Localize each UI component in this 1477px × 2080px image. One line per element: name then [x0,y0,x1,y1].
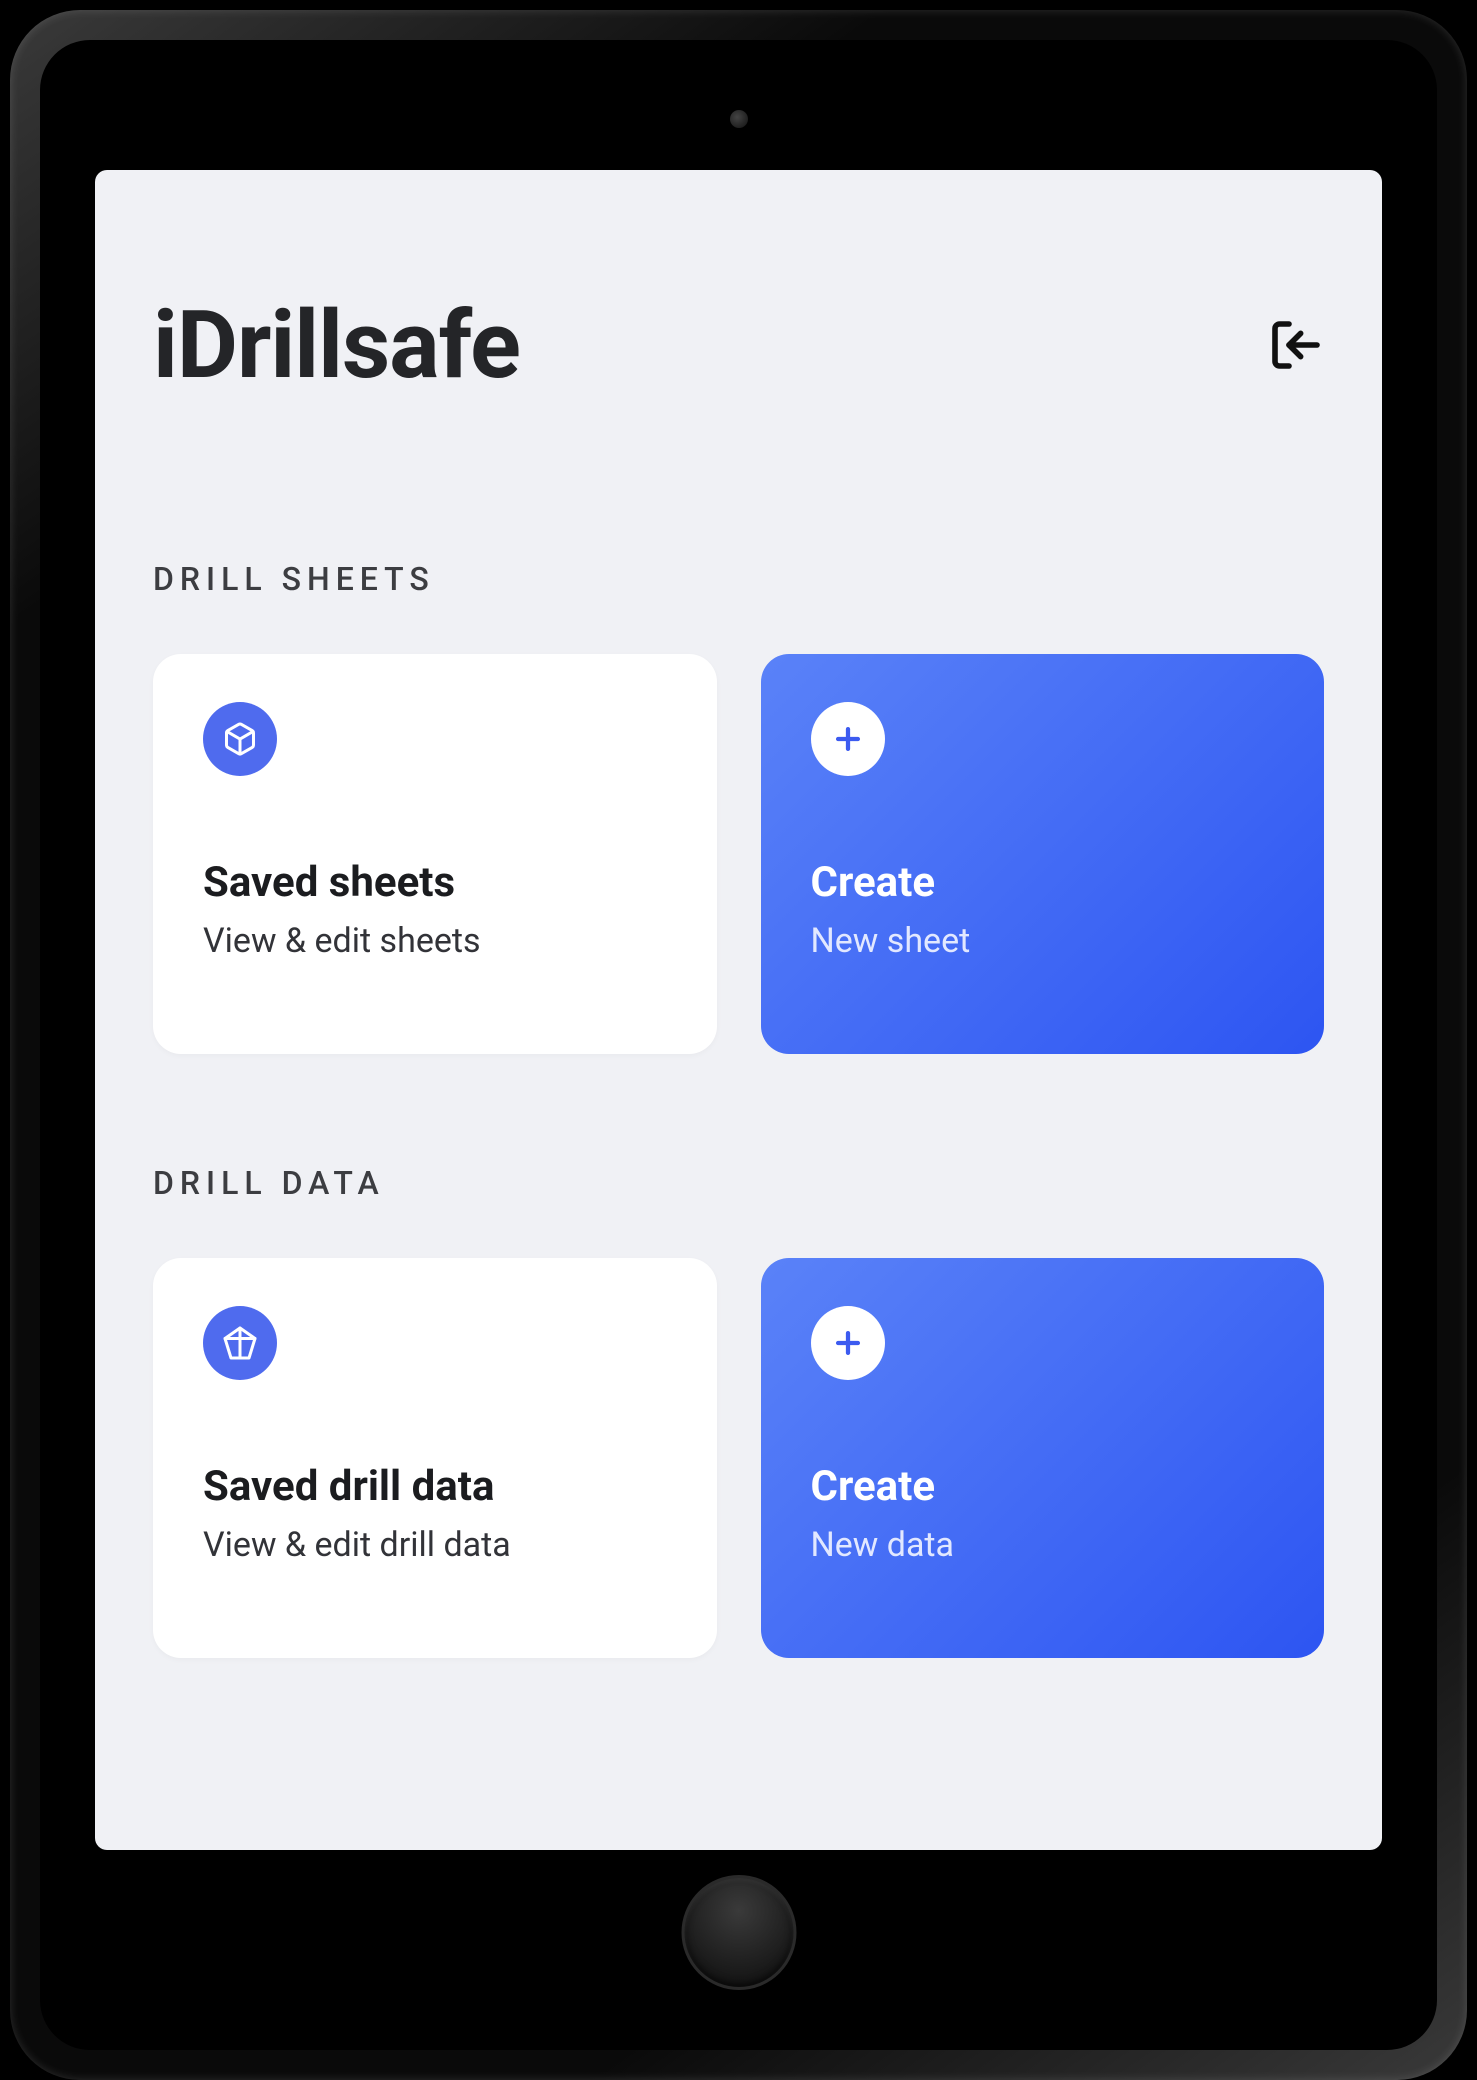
section-label-data: DRILL DATA [153,1164,1324,1202]
app-screen: iDrillsafe DRILL SHEETS [95,170,1382,1850]
gem-icon [222,1325,258,1361]
section-label-sheets: DRILL SHEETS [153,560,1324,598]
create-sheet-subtitle: New sheet [811,921,1275,961]
app-title: iDrillsafe [153,290,520,400]
plus-icon [831,722,865,756]
saved-data-card[interactable]: Saved drill data View & edit drill data [153,1258,717,1658]
plus-icon [831,1326,865,1360]
create-sheet-card[interactable]: Create New sheet [761,654,1325,1054]
saved-sheets-card[interactable]: Saved sheets View & edit sheets [153,654,717,1054]
login-button[interactable] [1268,317,1324,373]
login-icon [1268,317,1324,373]
saved-data-subtitle: View & edit drill data [203,1525,667,1565]
section-drill-sheets: DRILL SHEETS Saved sheets View & edit sh… [153,560,1324,1054]
section-drill-data: DRILL DATA Saved drill data View & edit … [153,1164,1324,1658]
app-header: iDrillsafe [153,290,1324,400]
create-data-subtitle: New data [811,1525,1275,1565]
create-data-card[interactable]: Create New data [761,1258,1325,1658]
cards-row-sheets: Saved sheets View & edit sheets Create N… [153,654,1324,1054]
cube-icon-circle [203,702,277,776]
tablet-camera [730,110,748,128]
create-sheet-title: Create [811,858,1275,907]
saved-data-title: Saved drill data [203,1462,667,1511]
tablet-bezel: iDrillsafe DRILL SHEETS [40,40,1437,2050]
plus-icon-circle [811,702,885,776]
tablet-home-button[interactable] [681,1875,796,1990]
saved-sheets-subtitle: View & edit sheets [203,921,667,961]
plus-icon-circle [811,1306,885,1380]
saved-sheets-title: Saved sheets [203,858,667,907]
cube-icon [222,721,258,757]
gem-icon-circle [203,1306,277,1380]
create-data-title: Create [811,1462,1275,1511]
cards-row-data: Saved drill data View & edit drill data … [153,1258,1324,1658]
tablet-device-frame: iDrillsafe DRILL SHEETS [10,10,1467,2080]
